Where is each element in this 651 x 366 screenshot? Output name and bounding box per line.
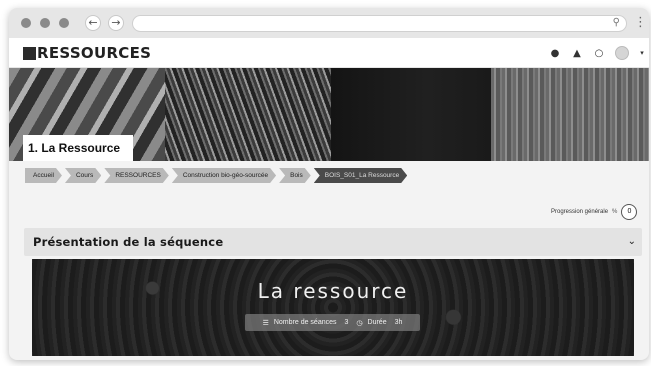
globe-icon[interactable]: ● [549, 48, 561, 59]
arrow-right-icon[interactable]: → [108, 15, 124, 31]
window-dot-maximize[interactable] [59, 18, 69, 28]
sessions-label: Nombre de séances [273, 319, 337, 326]
duration-label: Durée [367, 319, 387, 326]
section-header[interactable]: Présentation de la séquence ⌄ [24, 228, 642, 256]
banner-image-wood [491, 68, 649, 161]
progress-value: 0 [621, 204, 638, 220]
duration-value: 3h [394, 319, 403, 326]
bell-icon[interactable]: ▲ [571, 48, 583, 59]
site-logo[interactable]: RESSOURCES [23, 44, 151, 62]
chevron-down-icon[interactable]: ⌄ [628, 228, 636, 256]
list-icon: ☰ [262, 318, 269, 327]
banner-image-dark [331, 68, 491, 161]
hero-title: La ressource [257, 279, 409, 303]
progress-label: Progression générale [551, 209, 609, 215]
kebab-menu-icon[interactable]: ⋮ [634, 14, 647, 32]
arrow-left-icon[interactable]: ← [85, 15, 101, 31]
breadcrumb-item-ressources[interactable]: RESSOURCES [104, 168, 169, 183]
logo-square [23, 46, 36, 60]
hero-banner: La ressource ☰ Nombre de séances 3 ◷ Dur… [32, 259, 634, 356]
breadcrumb-item-current: BOIS_S01_La Ressource [314, 168, 407, 183]
browser-window: ← → ⚲ ⋮ RESSOURCES ● ▲ ○ ▾ 1. La Ressour… [9, 8, 649, 360]
header-icons: ● ▲ ○ ▾ [549, 45, 645, 61]
breadcrumb: Accueil Cours RESSOURCES Construction bi… [25, 168, 410, 183]
chat-icon[interactable]: ○ [593, 48, 605, 59]
progress-help-icon[interactable]: % [612, 209, 617, 215]
breadcrumb-item-bois[interactable]: Bois [279, 168, 311, 183]
avatar[interactable] [615, 46, 629, 60]
breadcrumb-item-construction[interactable]: Construction bio-géo-sourcée [172, 168, 276, 183]
breadcrumb-item-accueil[interactable]: Accueil [25, 168, 62, 183]
site-header: RESSOURCES ● ▲ ○ ▾ [9, 38, 649, 68]
section-title: Présentation de la séquence [33, 235, 224, 249]
browser-chrome: ← → ⚲ ⋮ [9, 8, 649, 38]
page-title: 1. La Ressource [23, 135, 133, 161]
overall-progress: Progression générale % 0 [551, 204, 638, 220]
search-icon[interactable]: ⚲ [613, 17, 620, 28]
breadcrumb-item-cours[interactable]: Cours [65, 168, 101, 183]
caret-down-icon[interactable]: ▾ [639, 49, 645, 57]
logo-text: RESSOURCES [37, 44, 152, 62]
banner-image-straw [165, 68, 331, 161]
window-dot-close[interactable] [21, 18, 31, 28]
sessions-value: 3 [344, 319, 349, 326]
window-dot-minimize[interactable] [40, 18, 50, 28]
hero-meta: ☰ Nombre de séances 3 ◷ Durée 3h [245, 314, 420, 331]
address-bar[interactable]: ⚲ [132, 15, 627, 32]
clock-icon: ◷ [356, 318, 363, 327]
